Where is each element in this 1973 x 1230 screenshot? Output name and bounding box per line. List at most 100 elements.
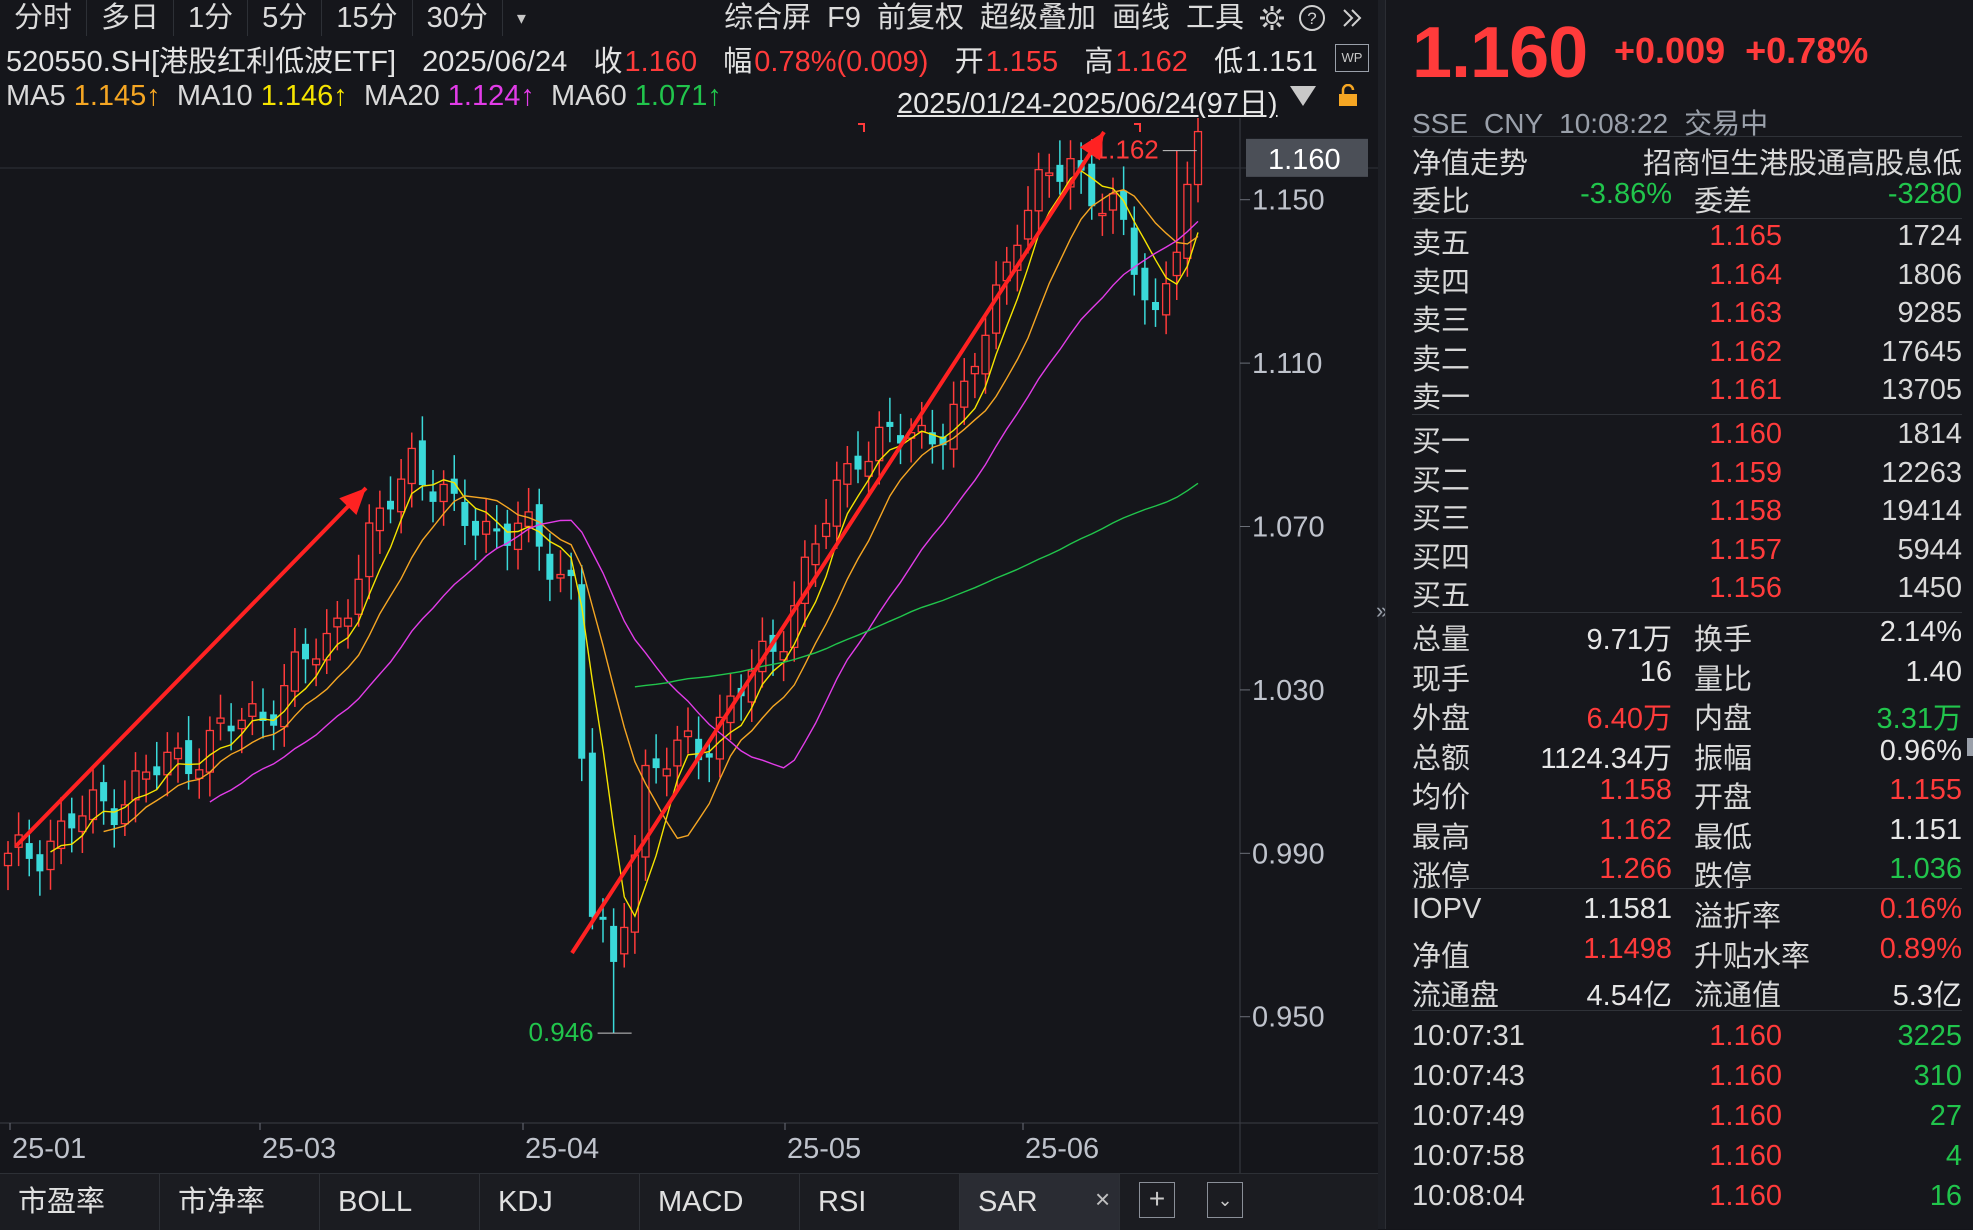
tab-rsi[interactable]: RSI [800, 1174, 960, 1230]
candle-body-down [461, 501, 469, 526]
etf-stat-label: 流通值 [1694, 980, 1782, 1012]
last-price: 1.160 [1412, 13, 1588, 93]
gear-icon[interactable] [1252, 0, 1292, 36]
bid-row: 买三 1.158 19414 [1412, 495, 1962, 535]
tool-draw-line[interactable]: 画线 [1104, 0, 1178, 36]
tool-forward-adjust[interactable]: 前复权 [869, 0, 972, 36]
svg-text:?: ? [1307, 9, 1316, 28]
candle-body-up [163, 751, 172, 776]
bid-row: 买二 1.159 12263 [1412, 456, 1962, 497]
stat-value: 1.40 [1905, 655, 1962, 688]
ask-volume: 13705 [1881, 374, 1962, 406]
quote-panel: 1.160 +0.009 +0.78% SSE CNY 10:08:22 交易中 净值走… [1385, 0, 1973, 1229]
candle-body-down [472, 520, 479, 536]
close-label: 收 [593, 46, 623, 78]
candle-body-down [854, 455, 862, 470]
candle-body-up [365, 522, 374, 578]
ask-row: 卖一 1.161 13705 [1412, 374, 1962, 414]
etf-stat-value: 4.54亿 [1586, 980, 1672, 1012]
bid-price: 1.159 [1709, 456, 1782, 489]
period-dropdown-icon[interactable]: ▾ [503, 0, 540, 36]
weicha-value: -3280 [1887, 178, 1962, 210]
tool-composite-screen[interactable]: 综合屏 [716, 0, 819, 36]
ask-volume: 17645 [1881, 335, 1962, 368]
stat-value: 9.71万 [1586, 624, 1672, 656]
tab-kdj[interactable]: KDJ [480, 1174, 640, 1230]
wp-icon[interactable]: WP [1335, 44, 1369, 72]
trading-status: 交易中 [1684, 108, 1769, 139]
help-icon[interactable]: ? [1292, 0, 1332, 36]
candle-body-up [1045, 172, 1054, 177]
stat-value: 3.31万 [1876, 703, 1962, 735]
ma20-value: 1.124↑ [447, 80, 535, 112]
candle-body-up [1193, 130, 1203, 186]
tab-period-1min[interactable]: 1分 [174, 0, 249, 36]
top-toolbar: 分时 多日 1分 5分 15分 30分 ▾ 综合屏 F9 前复权 超级叠加 画线… [0, 0, 1378, 36]
tab-boll[interactable]: BOLL [320, 1174, 480, 1230]
price-change: +0.009 +0.78% [1614, 30, 1888, 72]
candle-body-up [3, 852, 13, 867]
date-range-selector[interactable]: 2025/01/24-2025/06/24(97日) [897, 80, 1278, 122]
add-icon[interactable]: + [1139, 1182, 1175, 1218]
candle-body-down [185, 740, 193, 775]
tick-row: 10:07:31 1.160 3225 [1412, 1020, 1962, 1058]
candle-body-down [68, 813, 76, 829]
candle-body-up [843, 463, 852, 485]
y-tick-label: 1.150 [1252, 185, 1325, 217]
scroll-handle[interactable] [1967, 738, 1973, 756]
candle-body-up [1161, 283, 1171, 316]
candle-body-up [1023, 209, 1033, 240]
chevron-down-icon[interactable]: ⌄ [1207, 1182, 1243, 1218]
ask-level-label: 卖五 [1412, 228, 1471, 260]
ask-price: 1.165 [1709, 220, 1782, 252]
tracking-index-name: 招商恒生港股通高股息低 [1642, 148, 1962, 180]
ma10-label: MA10 [176, 80, 253, 112]
low-label: 低 [1214, 46, 1244, 78]
range-dropdown-icon[interactable] [1290, 84, 1316, 108]
candle-body-up [1108, 193, 1118, 211]
tab-macd[interactable]: MACD [640, 1174, 800, 1230]
etf-stat-value: 5.3亿 [1892, 980, 1962, 1012]
close-icon[interactable]: × [1095, 1184, 1110, 1215]
panel-splitter[interactable]: » [1376, 0, 1388, 1229]
tab-pb-ratio[interactable]: 市净率 [160, 1174, 320, 1230]
chart-background [0, 118, 1378, 1173]
tab-pe-ratio[interactable]: 市盈率 [0, 1174, 160, 1230]
candle-body-up [88, 789, 98, 821]
tab-period-5min[interactable]: 5分 [248, 0, 323, 36]
ask-level-label: 卖二 [1412, 343, 1471, 376]
y-tick-label: 1.070 [1252, 512, 1325, 544]
bid-level-label: 买三 [1412, 503, 1471, 535]
nav-trend-label[interactable]: 净值走势 [1412, 140, 1528, 182]
tab-period-duori[interactable]: 多日 [87, 0, 175, 36]
tool-f9[interactable]: F9 [819, 0, 869, 36]
bid-price: 1.157 [1709, 533, 1782, 566]
stat-value: 1.155 [1889, 774, 1962, 806]
tick-row: 10:07:49 1.160 27 [1412, 1100, 1962, 1138]
lock-icon[interactable] [1336, 84, 1360, 108]
ma-legend: MA5 1.145↑ MA10 1.146↑ MA20 1.124↑ MA60 … [6, 80, 722, 120]
double-chevron-right-icon[interactable] [1332, 0, 1372, 36]
ma10-value: 1.146↑ [260, 80, 348, 112]
indicator-tabs: 市盈率 市净率 BOLL KDJ MACD RSI SAR × + ⌄ [0, 1173, 1378, 1230]
tick-price: 1.160 [1709, 1140, 1782, 1172]
candle-body-down [227, 725, 235, 732]
candle-body-down [1056, 164, 1064, 182]
stat-label: 外盘 [1412, 703, 1471, 735]
tab-period-fenshi[interactable]: 分时 [0, 0, 88, 36]
nav-trend-row[interactable]: 净值走势 招商恒生港股通高股息低 [1412, 140, 1962, 180]
tick-price: 1.160 [1709, 1100, 1782, 1132]
close-value: 1.160 [624, 46, 698, 78]
tool-tools[interactable]: 工具 [1178, 0, 1252, 36]
tick-price: 1.160 [1709, 1060, 1782, 1092]
ma5-label: MA5 [6, 80, 66, 112]
tab-period-30min[interactable]: 30分 [413, 0, 503, 36]
candle-body-down [418, 440, 426, 486]
candle-body-up [1183, 183, 1192, 259]
candle-body-up [556, 573, 565, 579]
stat-label: 量比 [1694, 663, 1753, 696]
tool-super-overlay[interactable]: 超级叠加 [972, 0, 1104, 36]
candle-body-down [599, 916, 607, 920]
candle-body-up [811, 543, 820, 566]
tab-period-15min[interactable]: 15分 [322, 0, 413, 36]
